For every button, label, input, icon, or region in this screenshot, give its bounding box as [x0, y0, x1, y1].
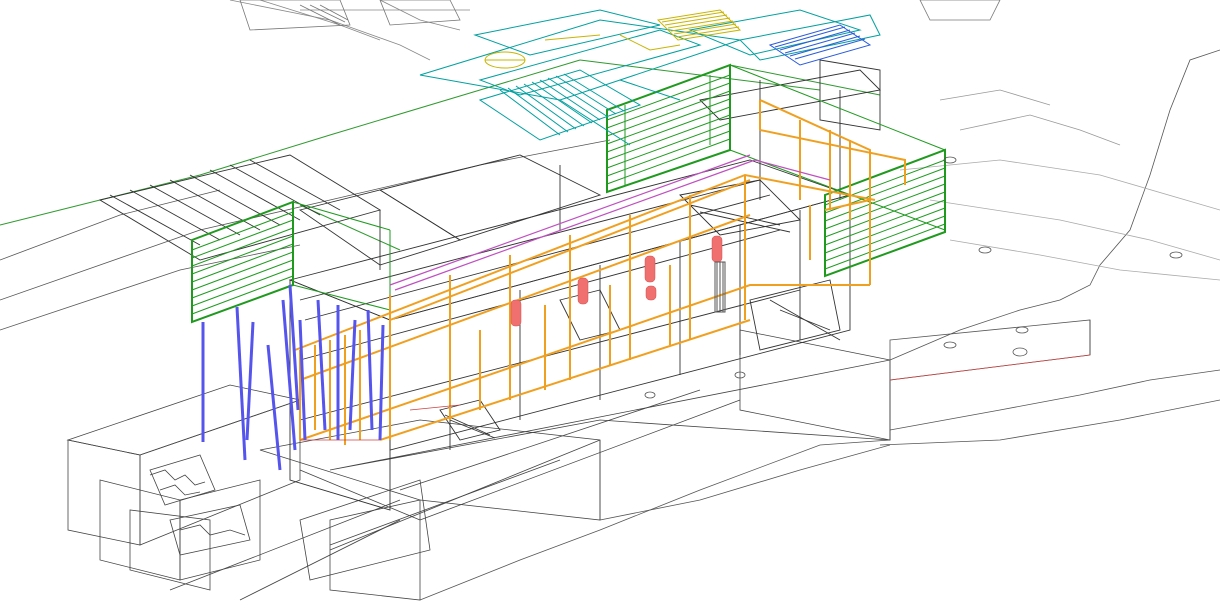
yellow-stair-plan — [484, 9, 742, 69]
isometric-drawing — [0, 0, 1220, 601]
grey-column-stack — [714, 261, 726, 313]
teal-roof-plan — [419, 9, 881, 146]
ground-pads — [644, 156, 1183, 399]
green-louver-screen-top — [606, 63, 946, 231]
green-louver-screen-right — [824, 148, 946, 278]
cad-viewport[interactable] — [0, 0, 1220, 610]
massing-layer — [66, 319, 1091, 601]
blue-columns — [201, 284, 385, 471]
site-boundary-layer — [0, 59, 881, 251]
